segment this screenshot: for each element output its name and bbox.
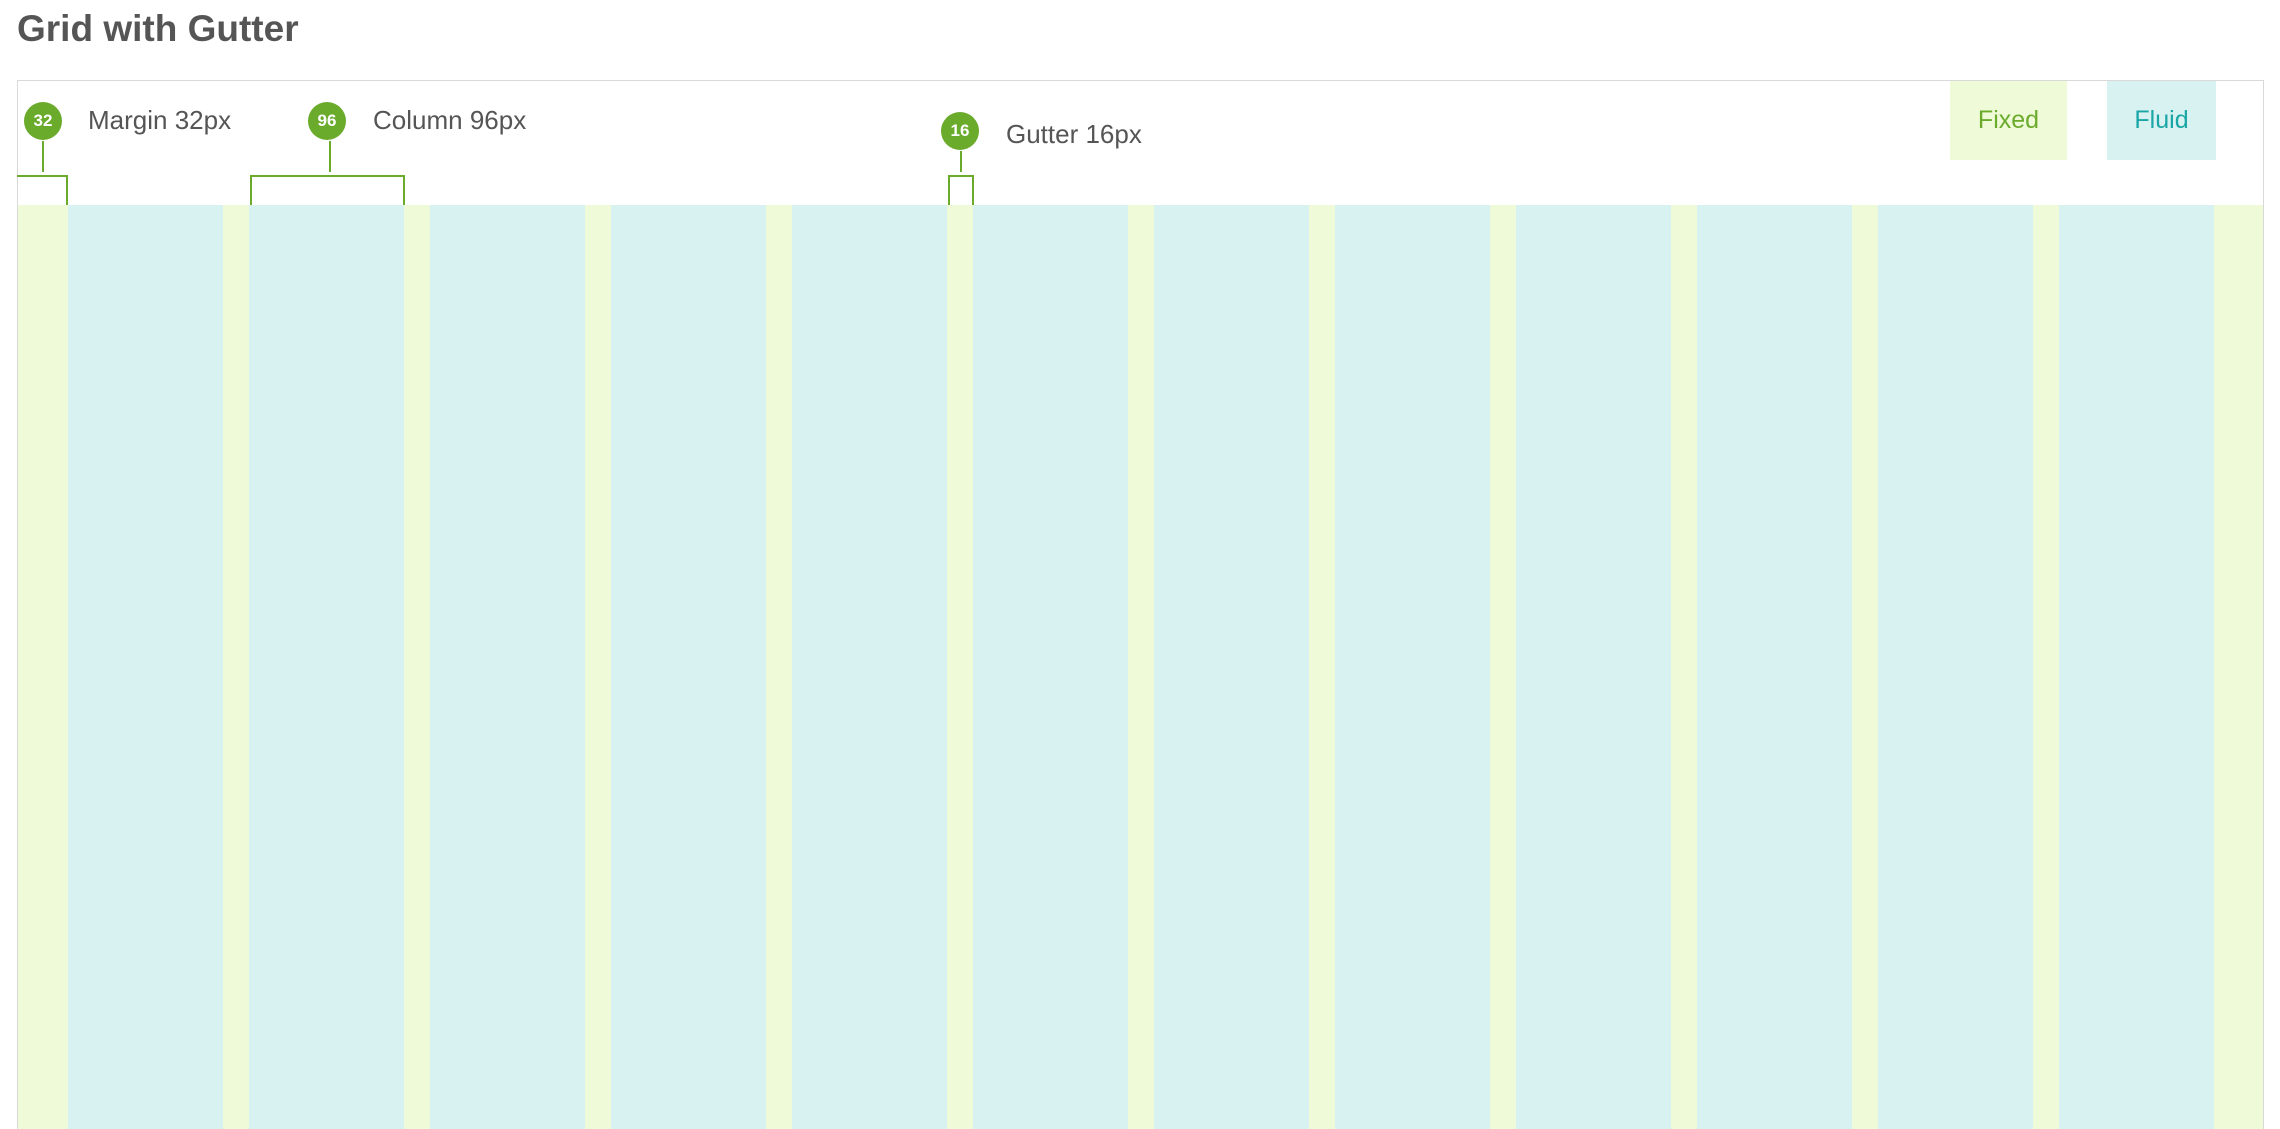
legend-fixed-label: Fixed: [1977, 106, 2040, 134]
grid-diagram-frame: 32 Margin 32px 96 Column 96px 16 Gutter …: [17, 80, 2264, 1129]
page-title: Grid with Gutter: [17, 8, 299, 49]
grid-column: [1878, 205, 2033, 1129]
grid-column: [1154, 205, 1309, 1129]
column-pointer-line: [329, 141, 331, 172]
margin-bracket: [17, 175, 68, 205]
column-badge: 96: [308, 102, 346, 140]
legend-fluid-label: Fluid: [2134, 106, 2189, 134]
grid-area: [18, 205, 2263, 1129]
legend-fixed: Fixed: [1950, 81, 2067, 160]
margin-badge: 32: [24, 102, 62, 140]
grid-column: [973, 205, 1128, 1129]
legend-fluid: Fluid: [2107, 81, 2216, 160]
column-bracket: [250, 175, 405, 205]
grid-column: [430, 205, 585, 1129]
grid-column: [68, 205, 223, 1129]
grid-column: [611, 205, 766, 1129]
grid-column: [2059, 205, 2214, 1129]
gutter-bracket: [948, 175, 974, 205]
gutter-pointer-line: [960, 151, 962, 172]
grid-column: [1516, 205, 1671, 1129]
margin-pointer-line: [42, 141, 44, 172]
gutter-label: Gutter 16px: [1006, 119, 1142, 149]
grid-column: [1335, 205, 1490, 1129]
grid-column: [792, 205, 947, 1129]
grid-column: [249, 205, 404, 1129]
gutter-badge: 16: [941, 112, 979, 150]
column-label: Column 96px: [373, 105, 527, 135]
grid-column: [1697, 205, 1852, 1129]
margin-label: Margin 32px: [88, 105, 232, 135]
